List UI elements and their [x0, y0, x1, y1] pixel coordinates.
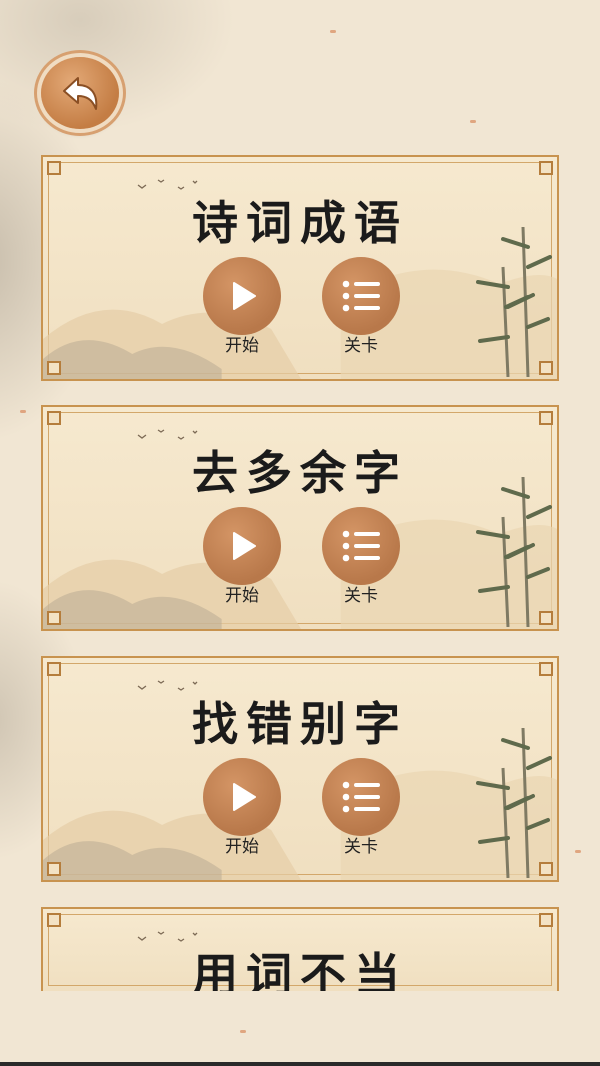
card-title: 找错别字: [192, 697, 408, 751]
corner-ornament: [539, 662, 553, 676]
corner-ornament: [539, 411, 553, 425]
list-icon: [342, 530, 380, 562]
decor-speck: [330, 30, 336, 33]
card-title: 用词不当: [192, 948, 408, 991]
start-label: 开始: [225, 586, 259, 606]
corner-ornament: [539, 913, 553, 927]
corner-ornament: [539, 161, 553, 175]
start-label: 开始: [225, 837, 259, 857]
level-label: 关卡: [344, 336, 378, 356]
corner-ornament: [539, 862, 553, 876]
corner-ornament: [47, 662, 61, 676]
level-select-button[interactable]: [322, 257, 400, 335]
card-title: 诗词成语: [192, 196, 408, 250]
decor-speck: [240, 1030, 246, 1033]
list-icon: [342, 280, 380, 312]
start-label: 开始: [225, 336, 259, 356]
back-arrow-icon: [63, 77, 98, 110]
list-icon: [342, 781, 380, 813]
start-button[interactable]: [203, 758, 281, 836]
start-button[interactable]: [203, 507, 281, 585]
system-nav-bar: [0, 1062, 600, 1066]
play-icon: [233, 783, 256, 811]
corner-ornament: [47, 862, 61, 876]
corner-ornament: [539, 611, 553, 625]
mode-card-remove-extra-word: 去多余字 开始 关卡: [41, 405, 559, 631]
level-label: 关卡: [344, 837, 378, 857]
start-button[interactable]: [203, 257, 281, 335]
decor-speck: [20, 410, 26, 413]
card-title: 去多余字: [192, 446, 408, 500]
corner-ornament: [47, 913, 61, 927]
corner-ornament: [47, 161, 61, 175]
play-icon: [233, 282, 256, 310]
mode-card-improper-wording: 用词不当: [41, 907, 559, 991]
corner-ornament: [47, 361, 61, 375]
back-button[interactable]: [41, 57, 119, 129]
corner-ornament: [539, 361, 553, 375]
corner-ornament: [47, 611, 61, 625]
mode-card-find-typos: 找错别字 开始 关卡: [41, 656, 559, 882]
decor-speck: [575, 850, 581, 853]
level-label: 关卡: [344, 586, 378, 606]
corner-ornament: [47, 411, 61, 425]
level-select-button[interactable]: [322, 758, 400, 836]
decor-speck: [470, 120, 476, 123]
play-icon: [233, 532, 256, 560]
mode-card-poetry-idioms: 诗词成语 开始 关卡: [41, 155, 559, 381]
level-select-button[interactable]: [322, 507, 400, 585]
